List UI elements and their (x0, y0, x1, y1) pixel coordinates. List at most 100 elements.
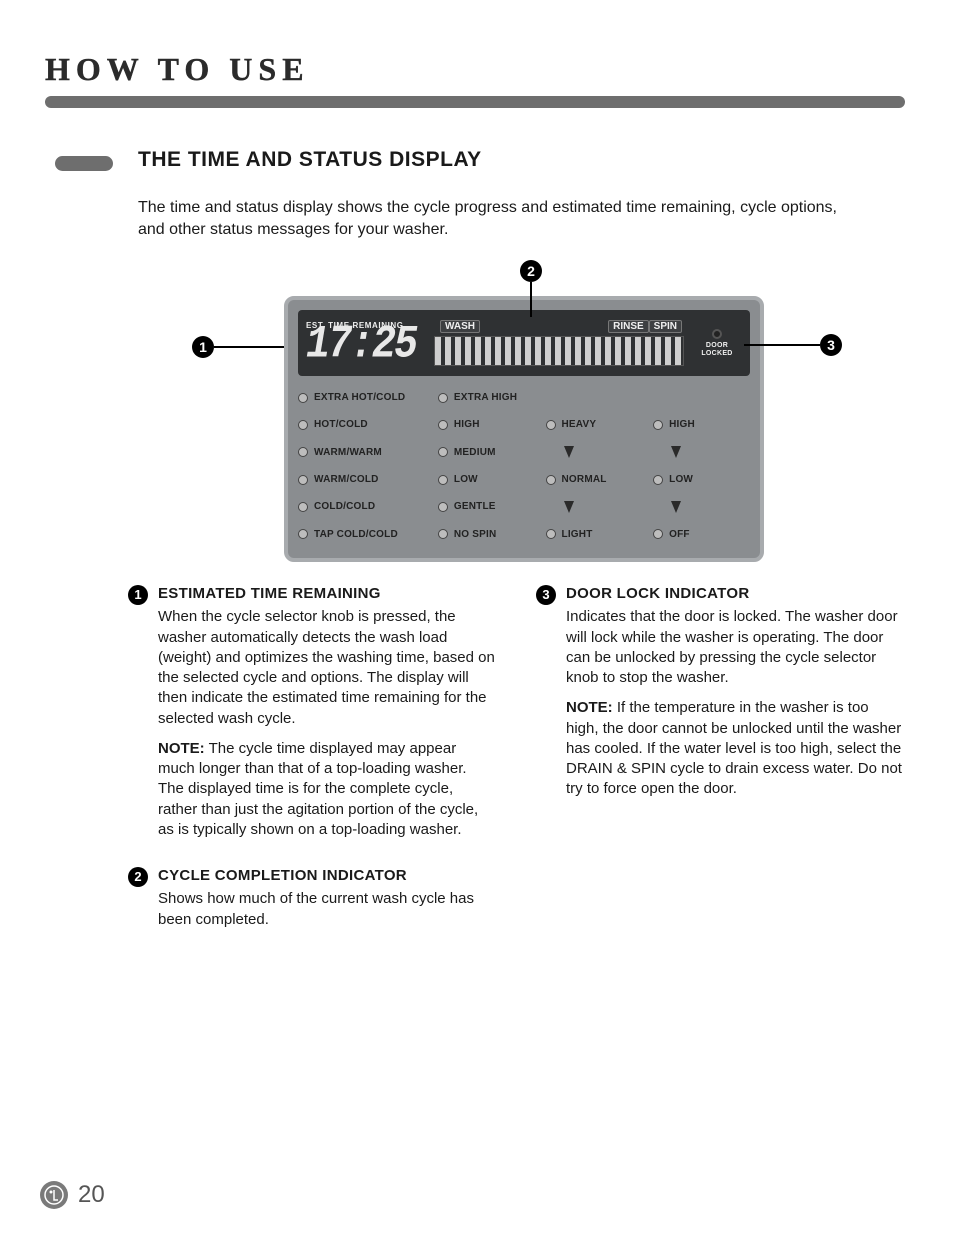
radio-icon (438, 529, 448, 539)
callout-1-line (214, 346, 284, 348)
opt-label: NORMAL (562, 474, 607, 485)
opt-col1-1: EXTRA HOT/COLD (298, 392, 438, 403)
opt-col3-4: NORMAL (546, 474, 654, 485)
lg-logo-icon (40, 1181, 68, 1209)
item-2: 2 CYCLE COMPLETION INDICATOR Shows how m… (128, 866, 496, 940)
radio-icon (653, 475, 663, 485)
item-2-title: CYCLE COMPLETION INDICATOR (158, 866, 496, 886)
callout-3-line (744, 344, 820, 346)
opt-col4-3 (653, 446, 750, 458)
manual-page: HOW TO USE THE TIME AND STATUS DISPLAY T… (0, 0, 954, 1235)
washer-display-panel: EST. TIME REMAINING 17:25 WASH RINSE SPI… (284, 296, 764, 562)
phase-wash: WASH (440, 320, 480, 333)
opt-col2-2: HIGH (438, 419, 546, 430)
progress-bar (434, 336, 684, 366)
time-block: EST. TIME REMAINING 17:25 (306, 321, 426, 366)
opt-col3-3 (546, 446, 654, 458)
item-1-body: ESTIMATED TIME REMAINING When the cycle … (158, 584, 496, 850)
phase-rinse: RINSE (608, 320, 649, 333)
progress-block: WASH RINSE SPIN (434, 320, 684, 366)
opt-col4-4: LOW (653, 474, 750, 485)
opt-col2-4: LOW (438, 474, 546, 485)
item-3-text: Indicates that the door is locked. The w… (566, 607, 904, 688)
item-3: 3 DOOR LOCK INDICATOR Indicates that the… (536, 584, 904, 810)
section-bullet (55, 156, 113, 171)
opt-label: MEDIUM (454, 447, 496, 458)
callout-2: 2 (520, 260, 542, 282)
radio-icon (438, 502, 448, 512)
opt-label: WARM/WARM (314, 447, 382, 458)
item-1-text: When the cycle selector knob is pressed,… (158, 607, 496, 729)
radio-icon (546, 420, 556, 430)
opt-col1-3: WARM/WARM (298, 447, 438, 458)
opt-label: EXTRA HOT/COLD (314, 392, 405, 403)
chapter-title: HOW TO USE (45, 38, 310, 91)
arrow-down-icon (671, 501, 681, 513)
opt-col4-6: OFF (653, 529, 750, 540)
body-columns: 1 ESTIMATED TIME REMAINING When the cycl… (128, 584, 904, 956)
note-label: NOTE: (566, 699, 613, 716)
opt-label: LIGHT (562, 529, 593, 540)
callout-2-line (530, 282, 532, 317)
footer: 20 (40, 1181, 105, 1209)
lg-logo-svg (44, 1185, 64, 1205)
opt-label: GENTLE (454, 501, 496, 512)
radio-icon (438, 393, 448, 403)
radio-icon (298, 475, 308, 485)
item-1: 1 ESTIMATED TIME REMAINING When the cycl… (128, 584, 496, 850)
opt-label: WARM/COLD (314, 474, 379, 485)
door-lock-block: DOOR LOCKED (692, 329, 742, 357)
radio-icon (298, 393, 308, 403)
opt-label: HIGH (669, 419, 695, 430)
opt-label: TAP COLD/COLD (314, 529, 398, 540)
opt-col2-3: MEDIUM (438, 447, 546, 458)
page-number: 20 (78, 1181, 105, 1209)
note-text: If the temperature in the washer is too … (566, 699, 902, 797)
radio-icon (438, 447, 448, 457)
options-grid: EXTRA HOT/COLD EXTRA HIGH HOT/COLD HIGH … (298, 384, 750, 548)
opt-col3-6: LIGHT (546, 529, 654, 540)
column-left: 1 ESTIMATED TIME REMAINING When the cycl… (128, 584, 496, 956)
item-1-badge: 1 (128, 585, 148, 605)
opt-col1-4: WARM/COLD (298, 474, 438, 485)
opt-col2-6: NO SPIN (438, 529, 546, 540)
opt-label: OFF (669, 529, 690, 540)
item-2-badge: 2 (128, 867, 148, 887)
opt-label: NO SPIN (454, 529, 497, 540)
opt-col3-5 (546, 501, 654, 513)
callout-3: 3 (820, 334, 842, 356)
radio-icon (438, 420, 448, 430)
item-3-note: NOTE: If the temperature in the washer i… (566, 698, 904, 799)
phase-labels: WASH RINSE SPIN (434, 320, 684, 333)
column-right: 3 DOOR LOCK INDICATOR Indicates that the… (536, 584, 904, 956)
radio-icon (438, 475, 448, 485)
section-title: THE TIME AND STATUS DISPLAY (138, 148, 482, 172)
horizontal-rule (45, 96, 905, 108)
opt-col2-5: GENTLE (438, 501, 546, 512)
opt-label: LOW (669, 474, 693, 485)
lcd-row: EST. TIME REMAINING 17:25 WASH RINSE SPI… (298, 310, 750, 376)
radio-icon (653, 420, 663, 430)
opt-label: EXTRA HIGH (454, 392, 517, 403)
item-1-note: NOTE: The cycle time displayed may appea… (158, 739, 496, 840)
callout-1: 1 (192, 336, 214, 358)
note-text: The cycle time displayed may appear much… (158, 740, 478, 838)
radio-icon (298, 502, 308, 512)
section-intro: The time and status display shows the cy… (138, 197, 838, 240)
phase-spin: SPIN (649, 320, 682, 333)
door-lock-led-icon (712, 329, 722, 339)
opt-label: HIGH (454, 419, 480, 430)
item-1-title: ESTIMATED TIME REMAINING (158, 584, 496, 604)
opt-col1-6: TAP COLD/COLD (298, 529, 438, 540)
door-lock-label: DOOR LOCKED (692, 342, 742, 357)
item-2-body: CYCLE COMPLETION INDICATOR Shows how muc… (158, 866, 496, 940)
time-value: 17:25 (306, 323, 426, 369)
opt-label: HEAVY (562, 419, 597, 430)
opt-label: HOT/COLD (314, 419, 368, 430)
item-3-title: DOOR LOCK INDICATOR (566, 584, 904, 604)
item-2-text: Shows how much of the current wash cycle… (158, 889, 496, 930)
note-label: NOTE: (158, 740, 205, 757)
display-illustration: 1 2 3 EST. TIME REMAINING 17:25 WASH RIN… (192, 260, 842, 570)
phase-spacer (480, 320, 608, 333)
radio-icon (298, 420, 308, 430)
